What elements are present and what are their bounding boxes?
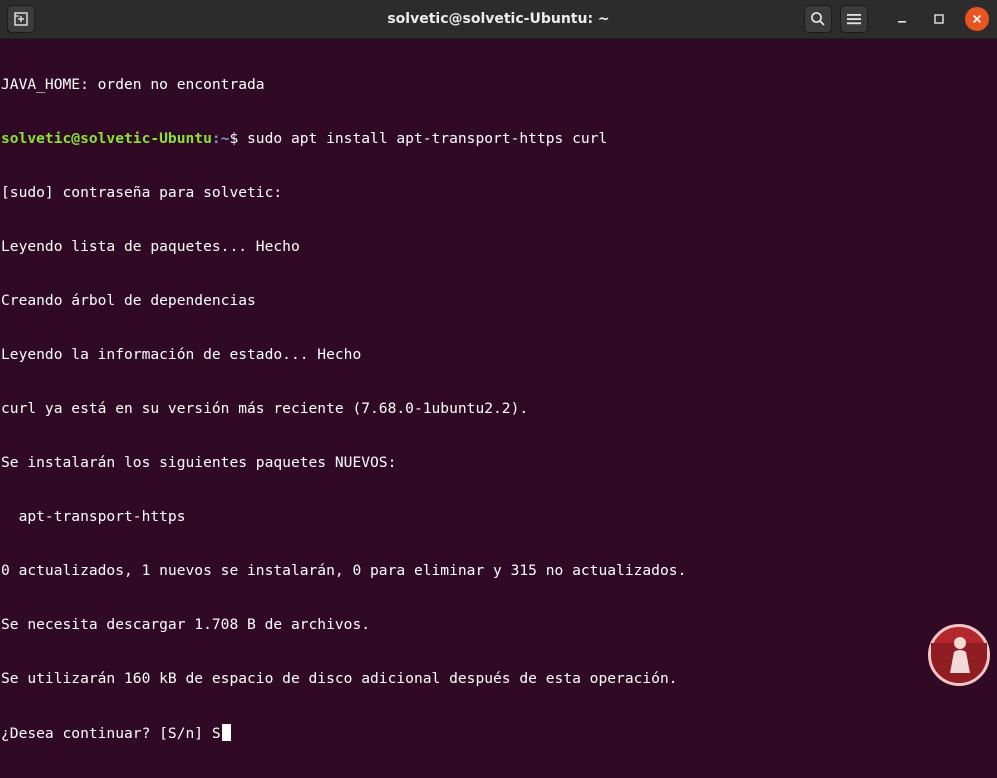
output-line: curl ya está en su versión más reciente … <box>1 400 529 417</box>
maximize-button[interactable] <box>927 7 951 31</box>
solvetic-logo-icon <box>928 624 990 686</box>
close-icon <box>972 14 982 24</box>
prompt-path: :~ <box>211 130 230 147</box>
terminal-window: solvetic@solvetic-Ubuntu: ~ JAVA_HOME: o… <box>0 0 997 742</box>
text-cursor <box>221 724 231 741</box>
new-tab-icon <box>14 12 28 26</box>
output-line: Se utilizarán 160 kB de espacio de disco… <box>1 670 678 687</box>
input-prompt-line[interactable]: ¿Desea continuar? [S/n] S <box>0 724 997 742</box>
menu-button[interactable] <box>840 5 868 33</box>
hamburger-menu-icon <box>847 14 861 25</box>
output-line: [sudo] contraseña para solvetic: <box>1 184 283 201</box>
output-line: Leyendo lista de paquetes... Hecho <box>1 238 300 255</box>
output-line: JAVA_HOME: orden no encontrada <box>1 76 265 93</box>
continue-prompt: ¿Desea continuar? [S/n] S <box>1 725 221 742</box>
output-line: Se necesita descargar 1.708 B de archivo… <box>1 616 371 633</box>
output-line: Leyendo la información de estado... Hech… <box>1 346 362 363</box>
terminal-output[interactable]: JAVA_HOME: orden no encontrada solvetic@… <box>0 40 997 742</box>
title-bar[interactable]: solvetic@solvetic-Ubuntu: ~ <box>0 0 997 39</box>
prompt-user: solvetic@solvetic-Ubuntu <box>1 130 212 147</box>
prompt-command: $ sudo apt install apt-transport-https c… <box>229 130 608 147</box>
search-icon <box>811 12 825 26</box>
command-prompt-line: solvetic@solvetic-Ubuntu:~$ sudo apt ins… <box>0 130 997 148</box>
logo-person-icon <box>950 637 970 673</box>
output-line: Se instalarán los siguientes paquetes NU… <box>1 454 397 471</box>
close-button[interactable] <box>965 7 989 31</box>
maximize-icon <box>934 14 944 24</box>
minimize-icon <box>898 21 906 23</box>
output-line: Creando árbol de dependencias <box>1 292 256 309</box>
search-button[interactable] <box>804 5 832 33</box>
new-tab-button[interactable] <box>7 5 35 33</box>
minimize-button[interactable] <box>890 7 914 31</box>
output-line: 0 actualizados, 1 nuevos se instalarán, … <box>1 562 687 579</box>
output-line: apt-transport-https <box>1 508 186 525</box>
